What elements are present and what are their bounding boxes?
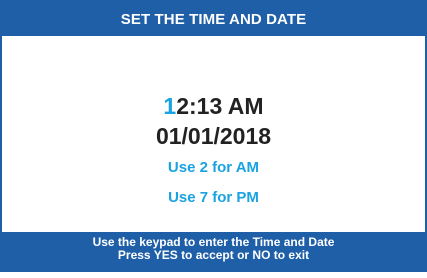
- date-display: 01/01/2018: [155, 123, 272, 149]
- header-bar: SET THE TIME AND DATE: [2, 2, 425, 36]
- time-display: 12:13 AM: [2, 93, 425, 120]
- screen-title: SET THE TIME AND DATE: [120, 10, 307, 28]
- time-date-screen: SET THE TIME AND DATE 12:13 AM 01/01/201…: [0, 0, 427, 272]
- footer-bar: Use the keypad to enter the Time and Dat…: [2, 232, 425, 270]
- footer-confirm-instruction: Press YES to accept or NO to exit: [117, 248, 310, 262]
- am-hint: Use 2 for AM: [167, 159, 260, 176]
- time-value: 2:13 AM: [176, 93, 264, 119]
- content-area: 12:13 AM 01/01/2018 Use 2 for AM Use 7 f…: [2, 36, 425, 234]
- time-cursor-digit: 1: [163, 93, 177, 119]
- pm-hint: Use 7 for PM: [168, 189, 259, 206]
